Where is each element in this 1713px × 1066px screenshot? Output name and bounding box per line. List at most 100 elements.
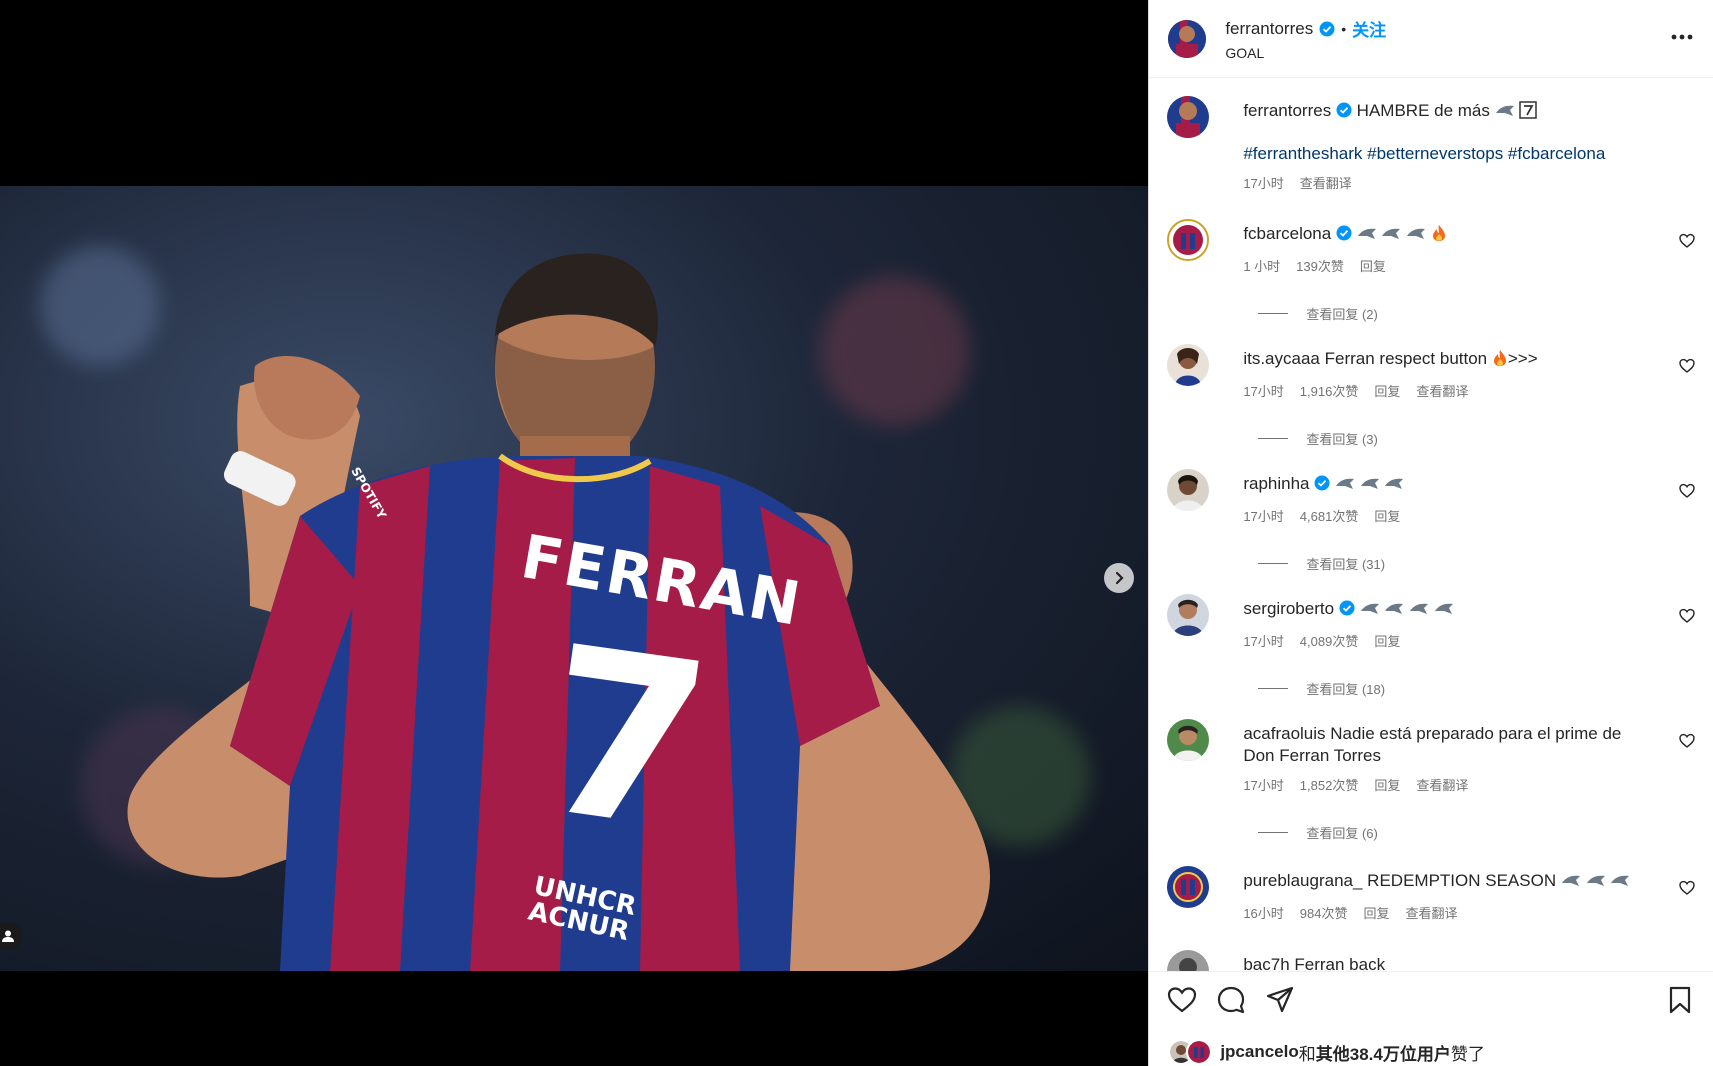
comment-likes[interactable]: 139次赞 bbox=[1296, 256, 1344, 278]
like-comment-heart-icon[interactable] bbox=[1679, 358, 1695, 374]
reply-button[interactable]: 回复 bbox=[1374, 775, 1400, 797]
commenter-avatar[interactable] bbox=[1167, 344, 1210, 386]
view-replies-button[interactable]: 查看回复 (18) bbox=[1258, 679, 1694, 698]
shark-emoji-icon bbox=[1586, 871, 1606, 895]
shark-emoji-icon bbox=[1434, 599, 1454, 623]
chevron-right-icon bbox=[1115, 571, 1124, 585]
comment-bubble-icon[interactable] bbox=[1216, 985, 1246, 1015]
shark-emoji-icon bbox=[1360, 474, 1380, 498]
verified-badge-icon bbox=[1336, 102, 1352, 118]
caption-hashtags[interactable]: #ferrantheshark #betterneverstops #fcbar… bbox=[1243, 143, 1646, 165]
shark-emoji-icon bbox=[1384, 599, 1404, 623]
verified-badge-icon bbox=[1336, 225, 1352, 241]
see-translation-link[interactable]: 查看翻译 bbox=[1300, 173, 1352, 195]
comment-time: 17小时 bbox=[1243, 778, 1284, 793]
separator-dot: • bbox=[1341, 20, 1347, 37]
commenter-avatar[interactable] bbox=[1167, 219, 1210, 261]
jersey-number: 7 bbox=[527, 597, 723, 884]
comment-item: sergiroberto 17小时 4,089次赞 回复 查看回复 (18) bbox=[1149, 594, 1713, 698]
like-heart-icon[interactable] bbox=[1167, 985, 1197, 1015]
shark-emoji-icon bbox=[1360, 599, 1380, 623]
reply-button[interactable]: 回复 bbox=[1364, 903, 1390, 925]
reply-button[interactable]: 回复 bbox=[1374, 381, 1400, 403]
comment-time: 16小时 bbox=[1243, 906, 1284, 921]
commenter-avatar[interactable] bbox=[1167, 719, 1210, 761]
post-photo[interactable]: FERRAN 7 UNHCR ACNUR SPOTIFY bbox=[0, 186, 1149, 971]
view-replies-label: 查看回复 (18) bbox=[1306, 682, 1386, 697]
comment-item: pureblaugrana_ REDEMPTION SEASON 16小时 98… bbox=[1149, 866, 1713, 925]
view-replies-label: 查看回复 (2) bbox=[1306, 307, 1378, 322]
shark-emoji-icon bbox=[1495, 101, 1515, 125]
reply-button[interactable]: 回复 bbox=[1360, 256, 1386, 278]
view-replies-button[interactable]: 查看回复 (31) bbox=[1258, 554, 1694, 573]
caption-avatar[interactable] bbox=[1167, 96, 1210, 138]
see-translation-link[interactable]: 查看翻译 bbox=[1406, 903, 1458, 925]
like-comment-heart-icon[interactable] bbox=[1679, 233, 1695, 249]
comment-text: REDEMPTION SEASON bbox=[1367, 871, 1557, 890]
view-replies-button[interactable]: 查看回复 (2) bbox=[1258, 304, 1694, 323]
shark-emoji-icon bbox=[1357, 224, 1377, 248]
see-translation-link[interactable]: 查看翻译 bbox=[1416, 775, 1468, 797]
shark-emoji-icon bbox=[1335, 474, 1355, 498]
likes-conjunction: 和 bbox=[1298, 1044, 1316, 1064]
comment-likes[interactable]: 1,852次赞 bbox=[1300, 775, 1359, 797]
view-replies-button[interactable]: 查看回复 (6) bbox=[1258, 823, 1694, 842]
commenter-avatar[interactable] bbox=[1167, 866, 1210, 908]
post-header: ferrantorres • 关注 GOAL bbox=[1149, 0, 1713, 78]
comment-likes[interactable]: 4,089次赞 bbox=[1300, 631, 1359, 653]
more-options-button[interactable] bbox=[1669, 24, 1695, 50]
post-audio[interactable]: GOAL bbox=[1225, 45, 1386, 61]
likes-others-link[interactable]: 其他38.4万位用户 bbox=[1316, 1040, 1451, 1065]
view-replies-label: 查看回复 (3) bbox=[1306, 432, 1378, 447]
author-avatar[interactable] bbox=[1168, 19, 1207, 58]
verified-badge-icon bbox=[1319, 21, 1335, 37]
save-bookmark-icon[interactable] bbox=[1665, 985, 1695, 1015]
shark-emoji-icon bbox=[1610, 871, 1630, 895]
more-icon bbox=[1671, 34, 1693, 40]
post-media: FERRAN 7 UNHCR ACNUR SPOTIFY bbox=[0, 0, 1149, 1066]
caption: ferrantorres HAMBRE de más #ferranthesha… bbox=[1149, 96, 1713, 195]
comment-username[interactable]: sergiroberto bbox=[1243, 599, 1334, 618]
commenter-avatar[interactable] bbox=[1167, 594, 1210, 636]
comment-text: Ferran respect button bbox=[1324, 349, 1488, 368]
comments-list[interactable]: ferrantorres HAMBRE de más #ferranthesha… bbox=[1149, 78, 1713, 972]
liker-username[interactable]: jpcancelo bbox=[1220, 1042, 1298, 1062]
view-replies-button[interactable]: 查看回复 (3) bbox=[1258, 429, 1694, 448]
see-translation-link[interactable]: 查看翻译 bbox=[1416, 381, 1468, 403]
comment-username[interactable]: pureblaugrana_ bbox=[1243, 871, 1362, 890]
caption-username[interactable]: ferrantorres bbox=[1243, 101, 1331, 120]
liker-avatar[interactable] bbox=[1186, 1039, 1213, 1065]
action-divider bbox=[1149, 971, 1713, 972]
view-replies-label: 查看回复 (6) bbox=[1306, 826, 1378, 841]
comment-item: bac7h Ferran back bbox=[1149, 950, 1713, 972]
comment-item: acafraoluis Nadie está preparado para el… bbox=[1149, 719, 1713, 842]
comment-likes[interactable]: 1,916次赞 bbox=[1300, 381, 1359, 403]
action-bar bbox=[1149, 985, 1713, 1019]
comment-time: 17小时 bbox=[1243, 634, 1284, 649]
author-username[interactable]: ferrantorres bbox=[1225, 19, 1313, 39]
comment-username[interactable]: its.aycaaa bbox=[1243, 349, 1320, 368]
next-image-button[interactable] bbox=[1104, 563, 1134, 593]
commenter-avatar[interactable] bbox=[1167, 950, 1210, 972]
like-comment-heart-icon[interactable] bbox=[1679, 880, 1695, 896]
comment-likes[interactable]: 984次赞 bbox=[1300, 903, 1348, 925]
reply-button[interactable]: 回复 bbox=[1374, 506, 1400, 528]
user-icon bbox=[2, 930, 14, 942]
comment-likes[interactable]: 4,681次赞 bbox=[1300, 506, 1359, 528]
comment-username[interactable]: raphinha bbox=[1243, 474, 1309, 493]
shark-emoji-icon bbox=[1409, 599, 1429, 623]
comment-username[interactable]: bac7h bbox=[1243, 955, 1289, 972]
comment-item: its.aycaaa Ferran respect button >>> 17小… bbox=[1149, 344, 1713, 448]
comment-item: raphinha 17小时 4,681次赞 回复 查看回复 (31) bbox=[1149, 469, 1713, 573]
share-send-icon[interactable] bbox=[1265, 985, 1295, 1015]
reply-button[interactable]: 回复 bbox=[1374, 631, 1400, 653]
comment-username[interactable]: acafraoluis bbox=[1243, 724, 1325, 743]
like-comment-heart-icon[interactable] bbox=[1679, 483, 1695, 499]
comment-username[interactable]: fcbarcelona bbox=[1243, 224, 1331, 243]
caption-text: HAMBRE de más bbox=[1356, 101, 1490, 120]
verified-badge-icon bbox=[1339, 600, 1355, 616]
like-comment-heart-icon[interactable] bbox=[1679, 608, 1695, 624]
like-comment-heart-icon[interactable] bbox=[1679, 733, 1695, 749]
commenter-avatar[interactable] bbox=[1167, 469, 1210, 511]
follow-button[interactable]: 关注 bbox=[1352, 16, 1386, 41]
